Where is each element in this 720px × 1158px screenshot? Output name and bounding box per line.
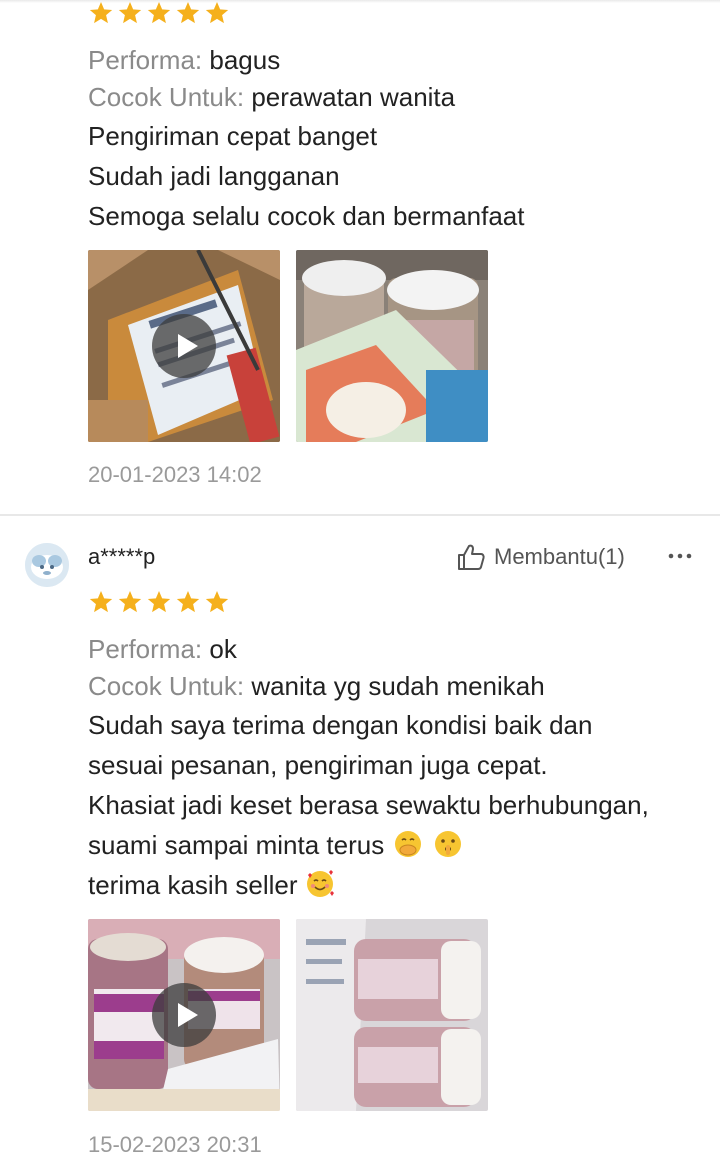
- review-text-line: Semoga selalu cocok dan bermanfaat: [88, 201, 525, 231]
- performa-value: bagus: [209, 45, 281, 75]
- review-text-line: sesuai pesanan, pengiriman juga cepat.: [88, 750, 548, 780]
- star-icon: [176, 590, 200, 613]
- performa-row: Performa: ok: [88, 632, 237, 666]
- star-icon: [118, 590, 142, 613]
- review-text: suami sampai minta terus: [88, 830, 385, 860]
- star-icon: [147, 1, 171, 24]
- thumbs-up-icon: [458, 544, 485, 570]
- cocok-untuk-row: Cocok Untuk: perawatan wanita: [88, 80, 455, 114]
- review-image-thumbnail[interactable]: [296, 250, 488, 442]
- reviewer-username[interactable]: a*****p: [88, 544, 155, 570]
- product-photo-image: [296, 250, 488, 442]
- cocok-untuk-row: Cocok Untuk: wanita yg sudah menikah: [88, 669, 545, 703]
- review-card: Performa: bagus Cocok Untuk: perawatan w…: [0, 0, 720, 516]
- cocok-untuk-label: Cocok Untuk:: [88, 82, 245, 112]
- helpful-label: Membantu(1): [494, 544, 625, 569]
- review-text: terima kasih seller: [88, 870, 298, 900]
- review-image-thumbnail[interactable]: [296, 919, 488, 1111]
- rating-stars: [88, 589, 230, 615]
- review-text-line: Sudah jadi langganan: [88, 161, 340, 191]
- cocok-untuk-value: perawatan wanita: [251, 82, 456, 112]
- star-icon: [89, 590, 113, 613]
- product-photo-image: [296, 919, 488, 1111]
- star-icon: [118, 1, 142, 24]
- performa-value: ok: [209, 634, 237, 664]
- review-text-line: Pengiriman cepat banget: [88, 121, 378, 151]
- star-icon: [205, 1, 229, 24]
- avatar[interactable]: [25, 543, 69, 587]
- star-icon: [176, 1, 200, 24]
- play-icon[interactable]: [152, 983, 216, 1047]
- performa-label: Performa:: [88, 634, 203, 664]
- smiling-face-with-hearts-emoji: [306, 870, 334, 897]
- face-with-hand-over-mouth-emoji: [395, 831, 422, 857]
- review-text-line: terima kasih seller: [88, 868, 335, 902]
- shushing-face-emoji: [434, 831, 461, 857]
- star-icon: [205, 590, 229, 613]
- review-video-thumbnail[interactable]: [88, 919, 280, 1111]
- review-text-line: Sudah saya terima dengan kondisi baik da…: [88, 710, 593, 740]
- play-icon[interactable]: [152, 314, 216, 378]
- more-options-button[interactable]: [664, 544, 696, 568]
- performa-label: Performa:: [88, 45, 203, 75]
- more-options-icon: [668, 553, 692, 559]
- cocok-untuk-value: wanita yg sudah menikah: [251, 671, 545, 701]
- review-text-line: Khasiat jadi keset berasa sewaktu berhub…: [88, 790, 649, 820]
- cocok-untuk-label: Cocok Untuk:: [88, 671, 245, 701]
- review-text-line: suami sampai minta terus: [88, 828, 463, 862]
- star-icon: [147, 590, 171, 613]
- review-date: 15-02-2023 20:31: [88, 1132, 262, 1157]
- helpful-button[interactable]: Membantu(1): [456, 542, 625, 572]
- avatar-image: [25, 543, 69, 587]
- review-card: a*****p Membantu(1) Performa: ok Cocok U…: [0, 516, 720, 1157]
- review-video-thumbnail[interactable]: [88, 250, 280, 442]
- review-date: 20-01-2023 14:02: [88, 462, 262, 487]
- performa-row: Performa: bagus: [88, 43, 280, 77]
- star-icon: [89, 1, 113, 24]
- rating-stars: [88, 0, 230, 26]
